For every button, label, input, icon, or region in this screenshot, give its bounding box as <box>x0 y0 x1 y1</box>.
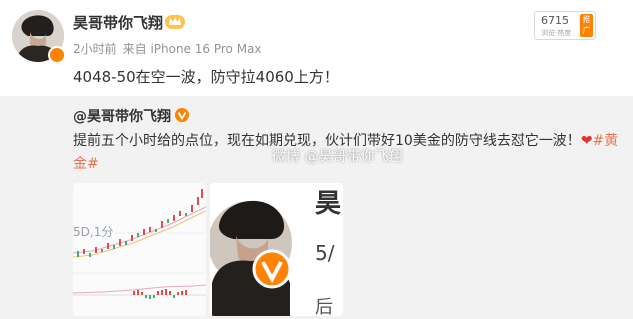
repost-text: 提前五个小时给的点位，现在如期兑现，伙计们带好10美金的防守线去怼它一波！❤#黄… <box>73 130 621 176</box>
repost-card[interactable]: @昊哥带你飞翔 提前五个小时给的点位，现在如期兑现，伙计们带好10美金的防守线去… <box>0 96 633 319</box>
post-time[interactable]: 2小时前 <box>73 42 117 56</box>
post-meta: 2小时前 来自 iPhone 16 Pro Max <box>73 40 262 57</box>
crown-badge-icon[interactable] <box>165 13 185 30</box>
verified-v-icon <box>175 108 189 122</box>
heart-icon: ❤ <box>580 133 593 149</box>
hot-rank-value: 6715 <box>541 14 569 27</box>
profile-char1: 昊 <box>315 189 342 219</box>
candlestick-chart-image <box>73 189 206 299</box>
post-text: 4048-50在空一波，防守拉4060上方！ <box>73 68 339 86</box>
hot-rank-label: 浏览·热度 <box>541 29 572 37</box>
author-name[interactable]: 昊哥带你飞翔 <box>73 12 163 33</box>
promoted-tag: 推广 <box>580 14 593 37</box>
avatar-verified-icon <box>48 46 66 64</box>
repost-body: 提前五个小时给的点位，现在如期兑现，伙计们带好10美金的防守线去怼它一波！ <box>73 133 581 149</box>
chart-label: 5D,1分 <box>73 225 114 239</box>
thumbnail-chart[interactable]: 5D,1分 <box>73 183 206 316</box>
hot-rank-widget[interactable]: 6715 浏览·热度 推广 <box>534 11 596 40</box>
thumbnail-profile[interactable]: 昊 5/ 后 <box>210 183 343 316</box>
profile-char3: 后 <box>315 297 333 316</box>
repost-author[interactable]: @昊哥带你飞翔 <box>73 106 171 126</box>
profile-char2: 5/ <box>315 241 335 265</box>
post-source: 来自 iPhone 16 Pro Max <box>122 42 262 56</box>
